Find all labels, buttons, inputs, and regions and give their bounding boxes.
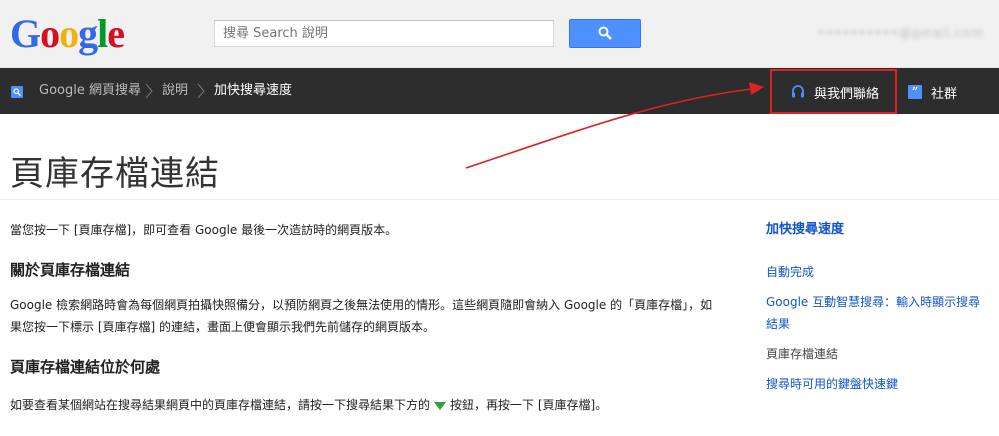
logo-letter-l: l bbox=[97, 11, 108, 56]
top-header: Google ••••••••••@gmail.com bbox=[0, 0, 999, 68]
logo-letter-o1: o bbox=[40, 11, 60, 56]
location-text-after: 按鈕，再按一下 [頁庫存檔]。 bbox=[450, 398, 608, 412]
google-logo[interactable]: Google bbox=[10, 11, 125, 56]
community-label: 社群 bbox=[931, 86, 958, 102]
triangle-down-icon bbox=[434, 401, 447, 410]
intro-paragraph: 當您按一下 [頁庫存檔]，即可查看 Google 最後一次造訪時的網頁版本。 bbox=[10, 223, 398, 237]
section-heading-about: 關於頁庫存檔連結 bbox=[10, 261, 131, 279]
sidebar-item-cached-links: 頁庫存檔連結 bbox=[766, 347, 839, 361]
breadcrumb-help[interactable]: 說明 bbox=[162, 83, 188, 99]
logo-letter-g: G bbox=[10, 11, 41, 56]
search-icon[interactable] bbox=[11, 86, 23, 98]
logo-letter-g2: g bbox=[78, 11, 98, 56]
sidebar-item-autocomplete[interactable]: 自動完成 bbox=[766, 261, 814, 283]
sidebar-item-keyboard-shortcuts[interactable]: 搜尋時可用的鍵盤快速鍵 bbox=[766, 373, 898, 395]
contact-us-link[interactable]: 與我們聯絡 bbox=[790, 83, 880, 102]
account-email[interactable]: ••••••••••@gmail.com bbox=[818, 26, 983, 42]
breadcrumb-web-search[interactable]: Google 網頁搜尋 bbox=[39, 83, 141, 99]
location-paragraph: 如要查看某個網站在搜尋結果網頁中的頁庫存檔連結，請按一下搜尋結果下方的 按鈕，再按… bbox=[10, 394, 730, 416]
sidebar-heading[interactable]: 加快搜尋速度 bbox=[766, 219, 844, 241]
logo-letter-o2: o bbox=[59, 11, 79, 56]
search-icon bbox=[598, 26, 612, 40]
page-title: 頁庫存檔連結 bbox=[10, 154, 220, 194]
search-input[interactable] bbox=[214, 20, 554, 47]
about-paragraph: Google 檢索網路時會為每個網頁拍攝快照備分，以預防網頁之後無法使用的情形。… bbox=[10, 298, 713, 334]
contact-us-label: 與我們聯絡 bbox=[814, 86, 880, 102]
community-link[interactable]: ” 社群 bbox=[908, 83, 958, 102]
breadcrumb-speed-up-search[interactable]: 加快搜尋速度 bbox=[214, 83, 292, 99]
chevron-right-icon bbox=[197, 83, 205, 99]
location-text-before: 如要查看某個網站在搜尋結果網頁中的頁庫存檔連結，請按一下搜尋結果下方的 bbox=[10, 398, 431, 412]
quote-icon: ” bbox=[908, 85, 922, 99]
headset-icon bbox=[792, 85, 804, 98]
chevron-right-icon bbox=[145, 83, 153, 99]
search-button[interactable] bbox=[569, 19, 641, 48]
section-heading-location: 頁庫存檔連結位於何處 bbox=[10, 358, 161, 376]
sidebar-item-instant[interactable]: Google 互動智慧搜尋：輸入時顯示搜尋結果 bbox=[766, 291, 991, 335]
title-divider bbox=[0, 199, 999, 200]
logo-letter-e: e bbox=[107, 11, 125, 56]
